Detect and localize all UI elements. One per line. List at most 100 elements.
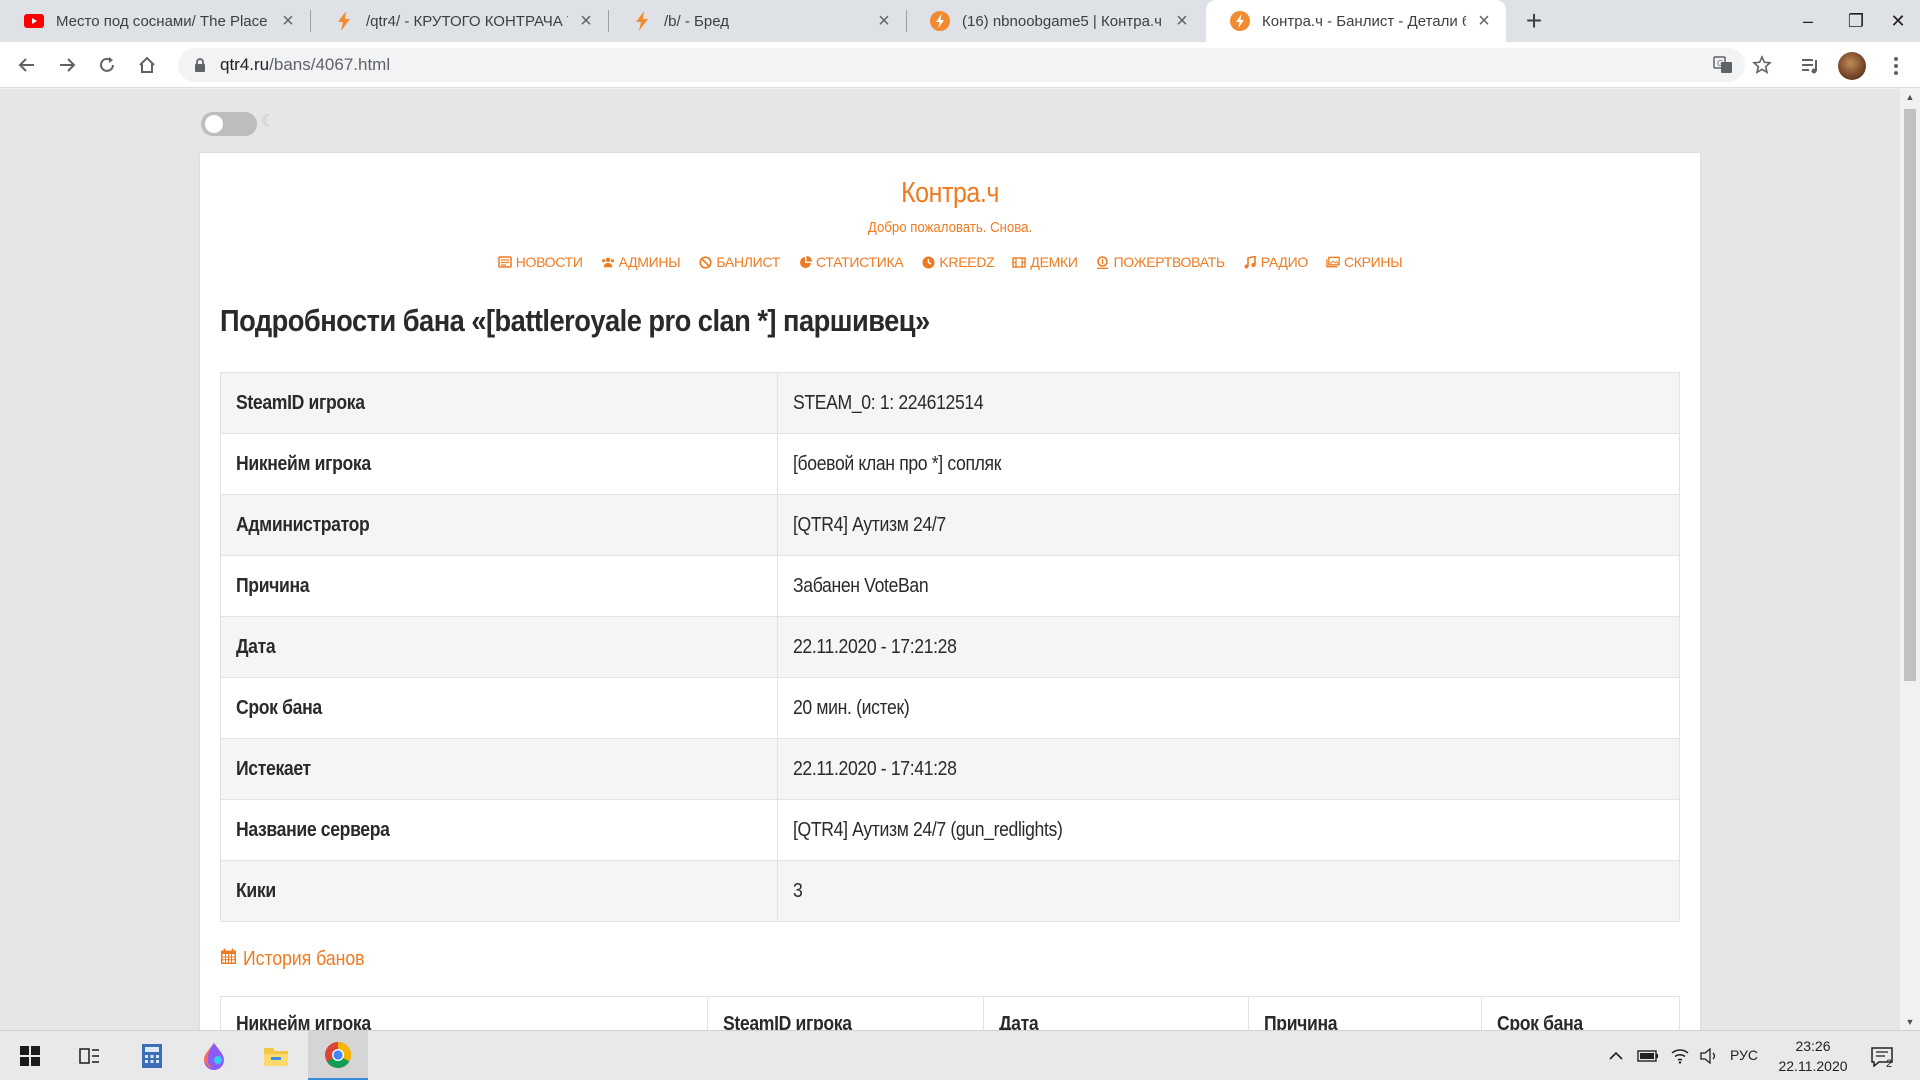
details-value: 22.11.2020 - 17:41:28 (793, 757, 957, 780)
details-value: Забанен VoteBan (793, 574, 929, 597)
details-row: Никнейм игрока [боевой клан про *] сопляк (220, 433, 1680, 495)
volume-icon[interactable] (1699, 1045, 1721, 1067)
details-label-cell: Название сервера (220, 799, 778, 861)
details-label-cell: Срок бана (220, 677, 778, 739)
details-label: Администратор (236, 513, 370, 536)
forward-button[interactable] (52, 50, 82, 80)
details-label-cell: Дата (220, 616, 778, 678)
details-label-cell: Администратор (220, 494, 778, 556)
page-viewport: ☾ Контра.ч Добро пожаловать. Снова. НОВО… (0, 89, 1900, 1030)
nav-label: БАНЛИСТ (716, 254, 781, 270)
pie-chart-icon (798, 255, 812, 269)
kebab-menu-icon (1894, 57, 1898, 75)
history-column-label: Дата (999, 1013, 1039, 1030)
ban-details-table: SteamID игрока STEAM_0: 1: 224612514 Никне… (220, 372, 1680, 922)
arrow-left-icon (18, 58, 34, 72)
notification-count-badge: 2 (1885, 1058, 1893, 1070)
minimize-button[interactable]: – (1780, 0, 1836, 42)
chrome-icon (325, 1041, 352, 1068)
battery-icon[interactable] (1637, 1045, 1659, 1067)
site-title[interactable]: Контра.ч (305, 177, 1595, 210)
nav-item-stats[interactable]: СТАТИСТИКА (798, 254, 904, 270)
arrow-right-icon (60, 58, 76, 72)
new-tab-button[interactable]: + (1519, 6, 1549, 36)
scroll-down-icon[interactable]: ▼ (1900, 1014, 1920, 1030)
nav-item-donate[interactable]: ПОЖЕРТВОВАТЬ (1096, 254, 1225, 270)
nav-label: АДМИНЫ (618, 254, 681, 270)
details-label: Название сервера (236, 818, 390, 841)
close-icon[interactable]: × (1172, 11, 1192, 31)
details-label: Срок бана (236, 696, 322, 719)
close-icon[interactable]: × (278, 11, 298, 31)
nav-item-demos[interactable]: ДЕМКИ (1012, 254, 1078, 270)
taskbar-app-chrome[interactable] (308, 1031, 368, 1080)
task-view-button[interactable] (60, 1031, 120, 1080)
home-button[interactable] (132, 50, 162, 80)
details-label: Дата (236, 635, 276, 658)
details-value-cell: Забанен VoteBan (777, 555, 1680, 617)
translate-icon[interactable]: G (1707, 49, 1739, 81)
details-row: Название сервера [QTR4] Аутизм 24/7 (gun_… (220, 799, 1680, 861)
system-clock[interactable]: 23:26 22.11.2020 (1765, 1036, 1861, 1076)
chevron-up-icon[interactable] (1605, 1045, 1627, 1067)
start-button[interactable] (0, 1031, 60, 1080)
browser-tab[interactable]: /qtr4/ - КРУТОГО КОНТРАЧА ТР × (310, 0, 608, 42)
history-column-header[interactable]: Срок бана (1480, 996, 1681, 1030)
details-value-cell: STEAM_0: 1: 224612514 (777, 372, 1680, 434)
tab-title: (16) nbnoobgame5 | Контра.ч (962, 12, 1162, 30)
media-control-icon[interactable] (1795, 50, 1827, 82)
images-icon (1326, 255, 1340, 269)
nav-item-screens[interactable]: СКРИНЫ (1326, 254, 1403, 270)
taskbar-app-calculator[interactable] (122, 1031, 182, 1080)
wifi-icon[interactable] (1669, 1045, 1691, 1067)
close-icon[interactable]: × (576, 11, 596, 31)
history-column-header[interactable]: Дата (983, 996, 1250, 1030)
maximize-button[interactable]: ❐ (1836, 0, 1876, 42)
close-icon[interactable]: × (874, 11, 894, 31)
close-icon[interactable]: × (1474, 11, 1494, 31)
details-value: 20 мин. (истек) (793, 696, 910, 719)
history-column-header[interactable]: SteamID игрока (707, 996, 985, 1030)
details-label: SteamID игрока (236, 391, 365, 414)
history-column-header[interactable]: Причина (1248, 996, 1482, 1030)
toggle-knob (205, 115, 223, 133)
taskbar-app-explorer[interactable] (246, 1031, 306, 1080)
close-window-button[interactable]: ✕ (1876, 0, 1920, 42)
browser-tab[interactable]: /b/ - Бред × (608, 0, 906, 42)
nav-item-radio[interactable]: РАДИО (1243, 254, 1308, 270)
nav-item-news[interactable]: НОВОСТИ (497, 254, 583, 270)
bookmark-star-icon[interactable] (1746, 49, 1778, 81)
tab-title: /b/ - Бред (664, 12, 729, 30)
details-row: Срок бана 20 мин. (истек) (220, 677, 1680, 739)
history-column-label: Срок бана (1496, 1013, 1583, 1030)
details-label: Кики (236, 879, 276, 902)
menu-button[interactable] (1880, 50, 1912, 82)
browser-toolbar: qtr4.ru/bans/4067.html G (0, 42, 1920, 88)
windows-logo-icon (20, 1046, 40, 1066)
reload-button[interactable] (92, 50, 122, 80)
details-label-cell: Причина (220, 555, 778, 617)
details-row: Дата 22.11.2020 - 17:21:28 (220, 616, 1680, 678)
nav-label: СТАТИСТИКА (816, 254, 904, 270)
avatar (1838, 52, 1866, 80)
page-scrollbar[interactable]: ▲ ▼ (1900, 89, 1920, 1030)
history-column-header[interactable]: Никнейм игрока (219, 996, 709, 1030)
nav-item-banlist[interactable]: БАНЛИСТ (698, 254, 780, 270)
browser-tab[interactable]: Место под соснами/ The Place B × (0, 0, 310, 42)
scroll-up-icon[interactable]: ▲ (1900, 89, 1920, 105)
theme-toggle[interactable] (201, 112, 257, 136)
browser-tab[interactable]: (16) nbnoobgame5 | Контра.ч × (906, 0, 1204, 42)
profile-avatar[interactable] (1836, 50, 1868, 82)
taskbar-app-paint[interactable] (184, 1031, 244, 1080)
nav-item-kreedz[interactable]: KREEDZ (921, 254, 995, 270)
nav-item-admins[interactable]: АДМИНЫ (601, 254, 681, 270)
address-bar[interactable]: qtr4.ru/bans/4067.html (178, 48, 1745, 82)
back-button[interactable] (12, 50, 42, 80)
details-label-cell: Истекает (220, 738, 778, 800)
browser-tab-active[interactable]: Контра.ч - Банлист - Детали ба × (1206, 0, 1506, 42)
details-label-cell: SteamID игрока (220, 372, 778, 434)
history-column-label: Причина (1264, 1013, 1338, 1030)
donate-icon (1096, 255, 1110, 269)
language-indicator[interactable]: РУС (1730, 1047, 1758, 1063)
scrollbar-thumb[interactable] (1904, 109, 1916, 681)
